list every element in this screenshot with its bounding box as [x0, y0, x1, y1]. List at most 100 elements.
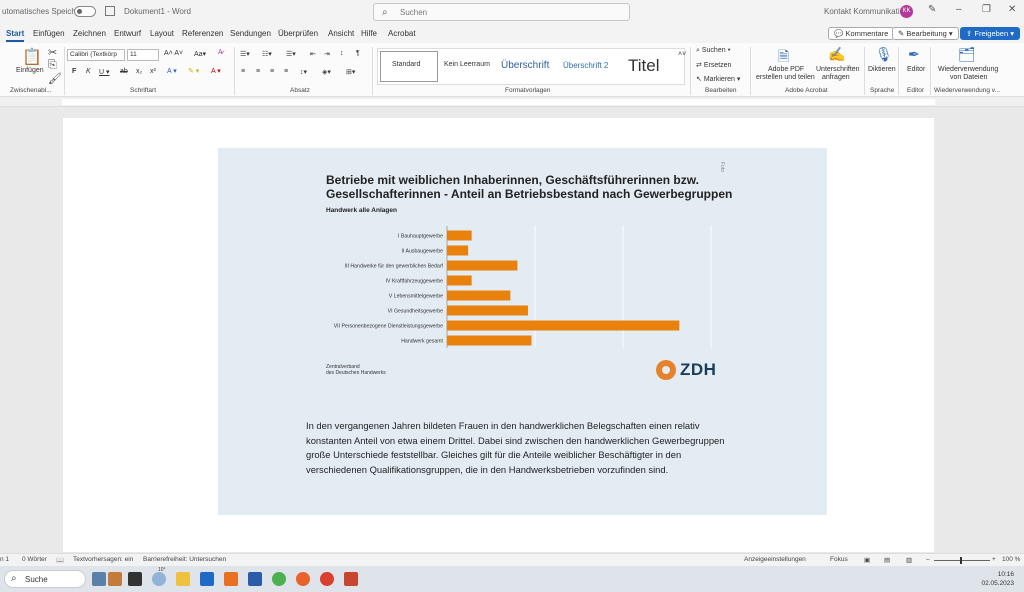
tab-hilfe[interactable]: Hilfe [361, 29, 377, 38]
font-size-combo[interactable]: 11 [127, 49, 159, 61]
zoom-slider-thumb[interactable] [960, 557, 962, 564]
paste-label[interactable]: Einfügen [16, 67, 44, 74]
comments-button[interactable]: 💬 Kommentare [828, 27, 895, 40]
chrome-icon[interactable] [272, 572, 286, 586]
underline-icon[interactable]: U ▾ [99, 68, 110, 76]
tab-zeichnen[interactable]: Zeichnen [73, 29, 106, 38]
numbering-icon[interactable]: ☷▾ [262, 50, 272, 58]
shading-icon[interactable]: ◈▾ [322, 68, 331, 76]
style-heading1[interactable]: Überschrift [501, 60, 549, 71]
microphone-icon[interactable]: 🎙 [875, 46, 893, 63]
tab-referenzen[interactable]: Referenzen [182, 29, 223, 38]
body-paragraph[interactable]: In den vergangenen Jahren bildeten Fraue… [306, 419, 726, 478]
powerpoint-icon[interactable] [344, 572, 358, 586]
editing-mode-button[interactable]: ✎ Bearbeitung ▾ [892, 27, 959, 40]
word-icon[interactable] [248, 572, 262, 586]
pen-icon[interactable]: ✎ [928, 4, 936, 15]
bullets-icon[interactable]: ☰▾ [240, 50, 250, 58]
account-name[interactable]: Kontakt Kommunikation [824, 7, 909, 16]
signature-icon[interactable]: ✍ [828, 46, 845, 63]
firefox-icon[interactable] [296, 572, 310, 586]
file-explorer-icon[interactable] [176, 572, 190, 586]
sign-label-1[interactable]: Unterschriften [816, 66, 860, 73]
restore-icon[interactable]: ❐ [982, 4, 991, 15]
close-icon[interactable]: ✕ [1008, 4, 1016, 15]
zoom-level[interactable]: 100 % [1002, 556, 1020, 563]
tab-sendungen[interactable]: Sendungen [230, 29, 271, 38]
editor-icon[interactable]: ✒ [908, 46, 920, 63]
cut-icon[interactable]: ✂ [48, 46, 57, 59]
align-center-icon[interactable]: ≡ [256, 68, 260, 75]
read-mode-icon[interactable]: ▣ [864, 556, 870, 564]
styles-scroll-icon[interactable]: ˄˅ [678, 51, 686, 58]
paste-icon[interactable]: 📋 [22, 47, 42, 67]
editor-label[interactable]: Editor [907, 66, 925, 73]
save-icon[interactable] [105, 6, 115, 16]
reuse-files-icon[interactable]: 🗂 [958, 46, 976, 63]
taskbar-search[interactable]: ⌕ Suche [4, 570, 86, 588]
share-button[interactable]: ⇪ Freigeben ▾ [960, 27, 1021, 40]
justify-icon[interactable]: ≡ [284, 68, 288, 75]
align-right-icon[interactable]: ≡ [270, 68, 274, 75]
select-button[interactable]: ↖ Markieren ▾ [696, 75, 740, 83]
format-painter-icon[interactable]: 🖌 [48, 72, 62, 85]
display-settings[interactable]: Anzeigeeinstellungen [744, 556, 806, 563]
style-no-spacing[interactable]: Kein Leerraum [444, 61, 490, 68]
tab-entwurf[interactable]: Entwurf [114, 29, 141, 38]
align-left-icon[interactable]: ≡ [241, 68, 245, 75]
tab-ueberpruefen[interactable]: Überprüfen [278, 29, 318, 38]
briefcase-icon[interactable] [108, 572, 122, 586]
strikethrough-icon[interactable]: ab [120, 68, 128, 75]
reuse-label-2[interactable]: von Dateien [950, 74, 987, 81]
style-heading2[interactable]: Überschrift 2 [563, 61, 608, 70]
increase-indent-icon[interactable]: ⇥ [324, 50, 330, 58]
tab-einfuegen[interactable]: Einfügen [33, 29, 65, 38]
proofing-icon[interactable]: 📖 [56, 556, 64, 564]
weather-icon[interactable] [152, 572, 166, 586]
find-button[interactable]: ⌕ Suchen ▾ [696, 47, 731, 55]
change-case-icon[interactable]: Aa▾ [194, 50, 206, 58]
grow-font-icon[interactable]: A˄ A˅ [164, 50, 183, 57]
text-effects-icon[interactable]: A ▾ [167, 67, 177, 75]
sort-icon[interactable]: ↕ [340, 50, 344, 57]
clear-format-icon[interactable]: A̷ [218, 49, 223, 56]
zoom-slider[interactable] [934, 560, 990, 561]
dictate-label[interactable]: Diktieren [868, 66, 896, 73]
bold-icon[interactable]: F [72, 68, 76, 75]
avatar[interactable]: KK [900, 5, 913, 18]
subscript-icon[interactable]: x₂ [136, 68, 142, 75]
task-view-icon[interactable] [128, 572, 142, 586]
print-layout-icon[interactable]: ▤ [884, 556, 890, 564]
text-predictions[interactable]: Textvorhersagen: ein [73, 556, 133, 563]
web-layout-icon[interactable]: ▥ [906, 556, 912, 564]
style-standard[interactable]: Standard [392, 61, 420, 68]
focus-mode[interactable]: Fokus [830, 556, 848, 563]
tab-layout[interactable]: Layout [150, 29, 174, 38]
snipping-tool-icon[interactable] [224, 572, 238, 586]
autosave-toggle[interactable] [74, 6, 96, 17]
minimize-icon[interactable]: – [956, 4, 962, 15]
zoom-out-icon[interactable]: – [926, 556, 930, 563]
search-box[interactable]: ⌕ Suchen [373, 3, 630, 21]
style-title[interactable]: Titel [628, 56, 660, 76]
copy-icon[interactable]: ⎘ [48, 59, 57, 72]
superscript-icon[interactable]: x² [150, 68, 156, 75]
create-pdf-label-2[interactable]: erstellen und teilen [756, 74, 815, 81]
create-pdf-label-1[interactable]: Adobe PDF [768, 66, 804, 73]
reuse-label-1[interactable]: Wiederverwendung [938, 66, 998, 73]
multilevel-icon[interactable]: ☰▾ [286, 50, 296, 58]
show-marks-icon[interactable]: ¶ [356, 50, 360, 57]
widgets-icon[interactable] [92, 572, 106, 586]
font-name-combo[interactable]: Calibri (Textkörp [67, 49, 125, 61]
zoom-in-icon[interactable]: + [992, 556, 996, 563]
horizontal-ruler[interactable] [0, 97, 1024, 107]
accessibility-status[interactable]: Barrierefreiheit: Untersuchen [143, 556, 226, 563]
firefox-alt-icon[interactable] [320, 572, 334, 586]
font-color-icon[interactable]: A ▾ [211, 67, 221, 75]
tab-ansicht[interactable]: Ansicht [328, 29, 354, 38]
borders-icon[interactable]: ⊞▾ [346, 68, 355, 76]
highlight-icon[interactable]: ✎ ▾ [188, 67, 199, 75]
system-clock[interactable]: 10:16 02.05.2023 [978, 570, 1014, 588]
page-indicator[interactable]: n 1 [0, 556, 9, 563]
decrease-indent-icon[interactable]: ⇤ [310, 50, 316, 58]
